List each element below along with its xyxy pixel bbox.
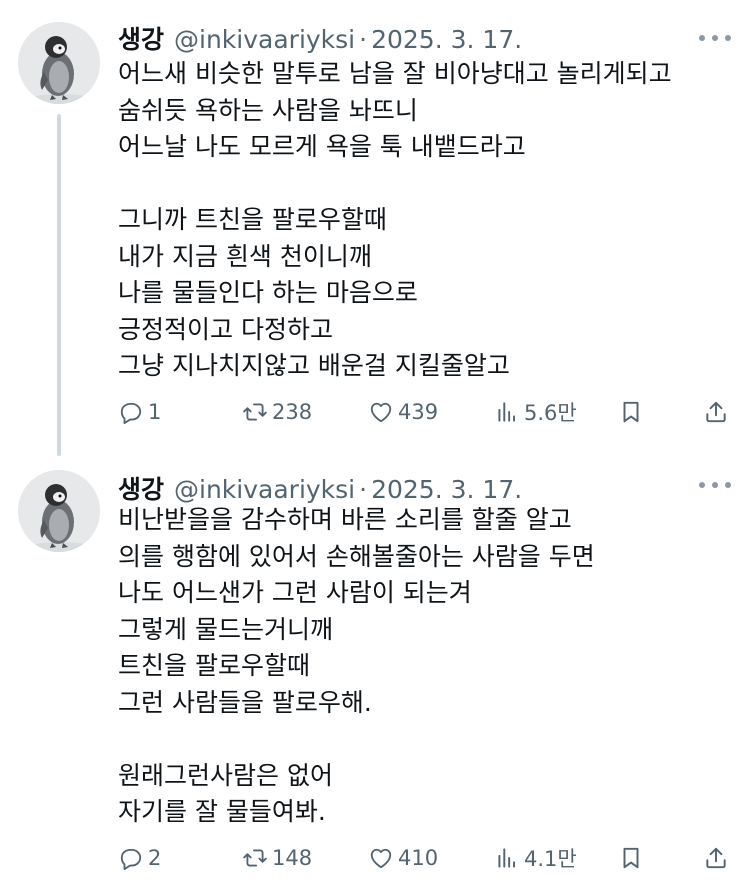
penguin-avatar-image xyxy=(18,22,100,104)
reply-count: 2 xyxy=(148,846,162,870)
view-count: 5.6만 xyxy=(524,401,577,425)
share-button[interactable] xyxy=(703,838,729,878)
heart-icon xyxy=(370,402,392,423)
like-count: 410 xyxy=(398,846,439,870)
display-name[interactable]: 생강 xyxy=(118,470,164,506)
tweet-header: 생강 @inkivaariyksi · 2025. 3. 17. xyxy=(118,470,522,504)
separator-dot: · xyxy=(359,475,368,504)
tweet-text-line: 트친을 팔로우할때 xyxy=(118,651,310,680)
reply-bubble-icon xyxy=(120,848,142,871)
view-count: 4.1만 xyxy=(524,847,577,871)
tweet-text: 비난받을을 감수하며 바른 소리를 할줄 알고 의를 행함에 있어서 손해볼줄아… xyxy=(118,502,728,831)
tweet-text-line: 비난받을을 감수하며 바른 소리를 할줄 알고 xyxy=(118,505,572,534)
tweet-text-line: 긍정적이고 다정하고 xyxy=(118,314,333,344)
reply-bubble-icon xyxy=(120,402,142,425)
tweet-text-line: 어느날 나도 모르게 욕을 툭 내뱉드라고 xyxy=(118,132,526,161)
share-upload-icon xyxy=(706,401,726,423)
heart-icon xyxy=(370,848,392,869)
tweet-text-line: 나를 물들인다 하는 마음으로 xyxy=(118,278,418,307)
tweet-text-line: 의를 행함에 있어서 손해볼줄아는 사람을 두면 xyxy=(118,541,595,571)
penguin-avatar-image xyxy=(18,470,100,552)
post-date[interactable]: 2025. 3. 17. xyxy=(371,25,522,54)
tweet-text-line: 그냥 지나치지않고 배운걸 지킬줄알고 xyxy=(118,351,510,380)
views-button[interactable]: 5.6만 xyxy=(494,392,577,432)
bookmark-button[interactable] xyxy=(618,838,644,878)
more-horizontal-icon[interactable] xyxy=(699,475,731,495)
like-button[interactable]: 439 xyxy=(368,392,438,432)
tweet-action-bar: 1 238 439 5.6만 xyxy=(0,392,750,432)
bookmark-icon xyxy=(623,401,639,423)
repost-button[interactable]: 148 xyxy=(242,838,312,878)
tweet-text-line: 자기를 잘 물들여봐. xyxy=(118,797,326,826)
tweet-text-line xyxy=(118,721,728,758)
repost-arrows-icon xyxy=(243,849,267,867)
tweet-action-bar: 2 148 410 4.1만 xyxy=(0,838,750,878)
share-upload-icon xyxy=(706,847,726,869)
reply-count: 1 xyxy=(148,400,162,424)
views-button[interactable]: 4.1만 xyxy=(494,838,577,878)
tweet-text-line: 어느새 비슷한 말투로 남을 잘 비아냥대고 놀리게되고 xyxy=(118,59,672,88)
like-count: 439 xyxy=(398,400,439,424)
share-button[interactable] xyxy=(703,392,729,432)
tweet-text-line: 나도 어느샌가 그런 사람이 되는겨 xyxy=(118,578,472,607)
tweet-text: 어느새 비슷한 말투로 남을 잘 비아냥대고 놀리게되고 숨쉬듯 욕하는 사람을… xyxy=(118,56,728,385)
bookmark-icon xyxy=(623,847,639,869)
avatar[interactable] xyxy=(18,470,100,552)
tweet[interactable]: 생강 @inkivaariyksi · 2025. 3. 17. 비난받을을 감… xyxy=(0,450,750,888)
tweet-text-line xyxy=(118,166,728,203)
reply-button[interactable]: 2 xyxy=(118,838,161,878)
tweet-text-line: 숨쉬듯 욕하는 사람을 놔뜨니 xyxy=(118,95,418,125)
reply-button[interactable]: 1 xyxy=(118,392,161,432)
user-handle[interactable]: @inkivaariyksi xyxy=(174,475,355,504)
more-horizontal-icon[interactable] xyxy=(699,28,731,48)
tweet-text-line: 원래그런사람은 없어 xyxy=(118,760,333,790)
repost-count: 238 xyxy=(272,400,313,424)
avatar[interactable] xyxy=(18,22,100,104)
display-name[interactable]: 생강 xyxy=(118,20,164,56)
tweet-text-line: 그런 사람들을 팔로우해. xyxy=(118,687,372,717)
bar-chart-icon xyxy=(498,848,516,868)
repost-arrows-icon xyxy=(243,403,267,421)
tweet-text-line: 그렇게 물드는거니깨 xyxy=(118,614,333,644)
separator-dot: · xyxy=(359,25,368,54)
repost-button[interactable]: 238 xyxy=(242,392,312,432)
tweet[interactable]: 생강 @inkivaariyksi · 2025. 3. 17. 어느새 비슷한… xyxy=(0,0,750,456)
user-handle[interactable]: @inkivaariyksi xyxy=(174,25,355,54)
tweet-text-line: 그니까 트친을 팔로우할때 xyxy=(118,205,387,234)
tweet-header: 생강 @inkivaariyksi · 2025. 3. 17. xyxy=(118,20,522,54)
post-date[interactable]: 2025. 3. 17. xyxy=(371,475,522,504)
bookmark-button[interactable] xyxy=(618,392,644,432)
tweet-text-line: 내가 지금 흰색 천이니깨 xyxy=(118,241,372,271)
repost-count: 148 xyxy=(272,846,313,870)
like-button[interactable]: 410 xyxy=(368,838,438,878)
bar-chart-icon xyxy=(498,402,516,422)
